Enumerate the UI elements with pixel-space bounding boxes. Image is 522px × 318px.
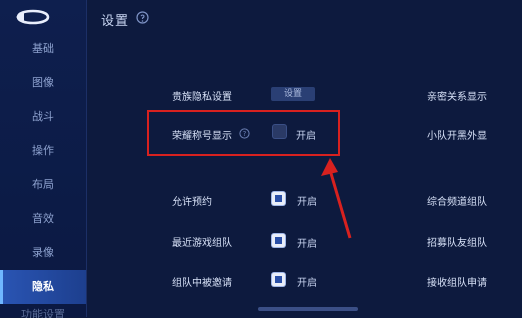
highlight-box: [147, 110, 340, 156]
sidebar: 基础 图像 战斗 操作 布局 音效 录像 隐私 功能设置: [0, 0, 87, 318]
sidebar-item-replay[interactable]: 录像: [0, 236, 86, 270]
team-invite-toggle-label: 开启: [297, 278, 317, 289]
sidebar-item-image[interactable]: 图像: [0, 66, 86, 100]
sidebar-item-battle[interactable]: 战斗: [0, 100, 86, 134]
annotation-arrow: [321, 158, 352, 239]
squad-display-label: 小队开黑外显: [427, 131, 487, 142]
back-icon[interactable]: [14, 6, 52, 28]
sidebar-item-sound[interactable]: 音效: [0, 202, 86, 236]
relation-display-label: 亲密关系显示: [427, 92, 487, 103]
team-invite-label: 组队中被邀请: [172, 278, 232, 289]
recent-team-label: 最近游戏组队: [172, 238, 232, 249]
home-indicator: [258, 307, 358, 311]
noble-privacy-label: 贵族隐私设置: [172, 92, 232, 103]
noble-privacy-settings-button[interactable]: 设置: [271, 87, 315, 101]
allow-reserve-toggle-label: 开启: [297, 197, 317, 208]
team-invite-checkbox[interactable]: [272, 273, 285, 286]
receive-team-label: 接收组队申请: [427, 278, 487, 289]
combined-channel-label: 综合频道组队: [427, 197, 487, 208]
recruit-team-label: 招募队友组队: [427, 238, 487, 249]
allow-reserve-checkbox[interactable]: [272, 192, 285, 205]
sidebar-nav: 基础 图像 战斗 操作 布局 音效 录像 隐私 功能设置: [0, 32, 86, 318]
info-icon[interactable]: [136, 11, 149, 24]
recent-team-toggle-label: 开启: [297, 239, 317, 250]
sidebar-item-basic[interactable]: 基础: [0, 32, 86, 66]
recent-team-checkbox[interactable]: [272, 234, 285, 247]
sidebar-item-functions[interactable]: 功能设置: [0, 304, 86, 318]
sidebar-item-controls[interactable]: 操作: [0, 134, 86, 168]
sidebar-item-layout[interactable]: 布局: [0, 168, 86, 202]
sidebar-item-privacy[interactable]: 隐私: [0, 270, 86, 304]
page-title: 设置: [101, 14, 130, 29]
allow-reserve-label: 允许预约: [172, 197, 212, 208]
